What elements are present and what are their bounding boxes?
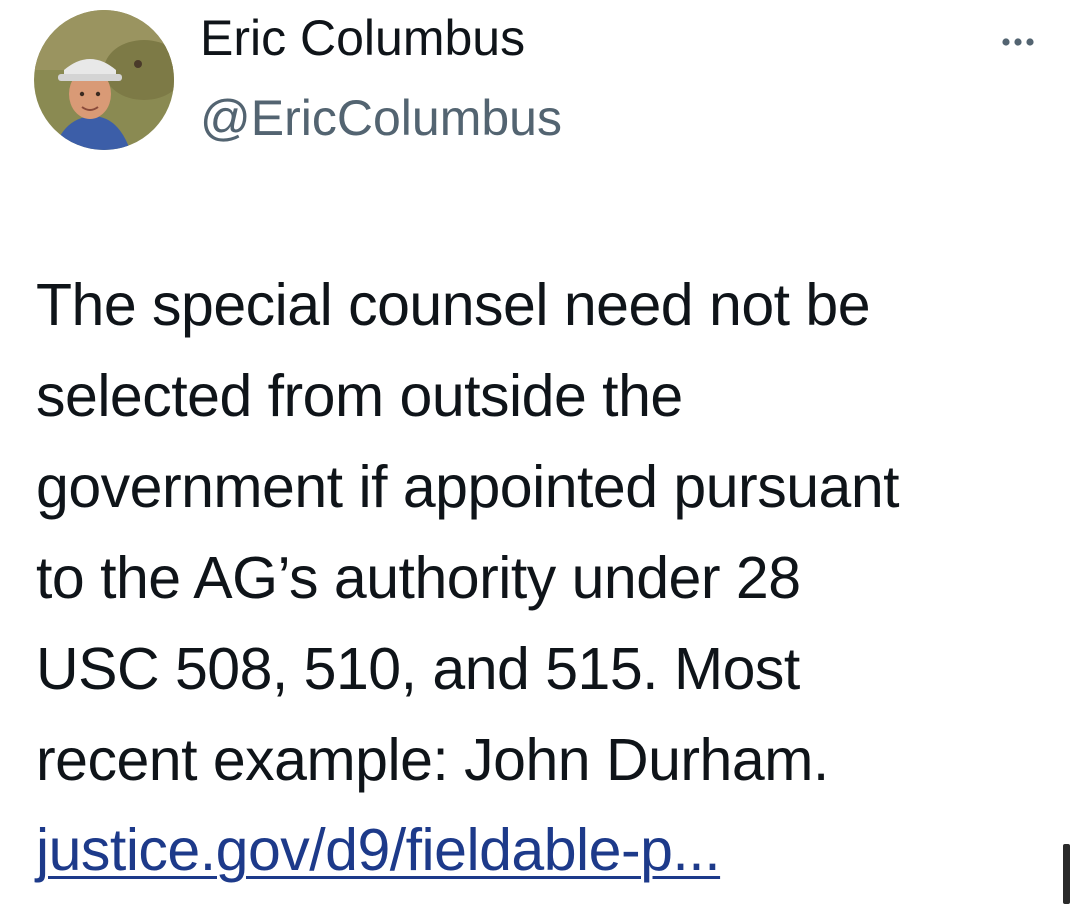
avatar-photo — [34, 10, 174, 150]
tweet-text-line: recent example: John Durham. — [36, 727, 829, 793]
tweet-text-line: government if appointed pursuant — [36, 454, 900, 520]
tweet-text-line: The special counsel need not be — [36, 272, 871, 338]
scrollbar-thumb[interactable] — [1063, 844, 1070, 904]
tweet-text-line: selected from outside the — [36, 363, 683, 429]
tweet-link[interactable]: justice.gov/d9/fieldable-p... — [36, 805, 721, 896]
tweet-text-line: to the AG’s authority under 28 — [36, 545, 801, 611]
avatar[interactable] — [34, 10, 174, 150]
tweet-text-line: USC 508, 510, and 515. Most — [36, 636, 800, 702]
tweet-text: The special counsel need not be selected… — [36, 260, 1046, 806]
author-display-name[interactable]: Eric Columbus — [200, 6, 525, 70]
more-horizontal-icon — [1002, 38, 1034, 46]
more-options-button[interactable] — [990, 22, 1050, 62]
author-handle[interactable]: @EricColumbus — [200, 86, 562, 150]
